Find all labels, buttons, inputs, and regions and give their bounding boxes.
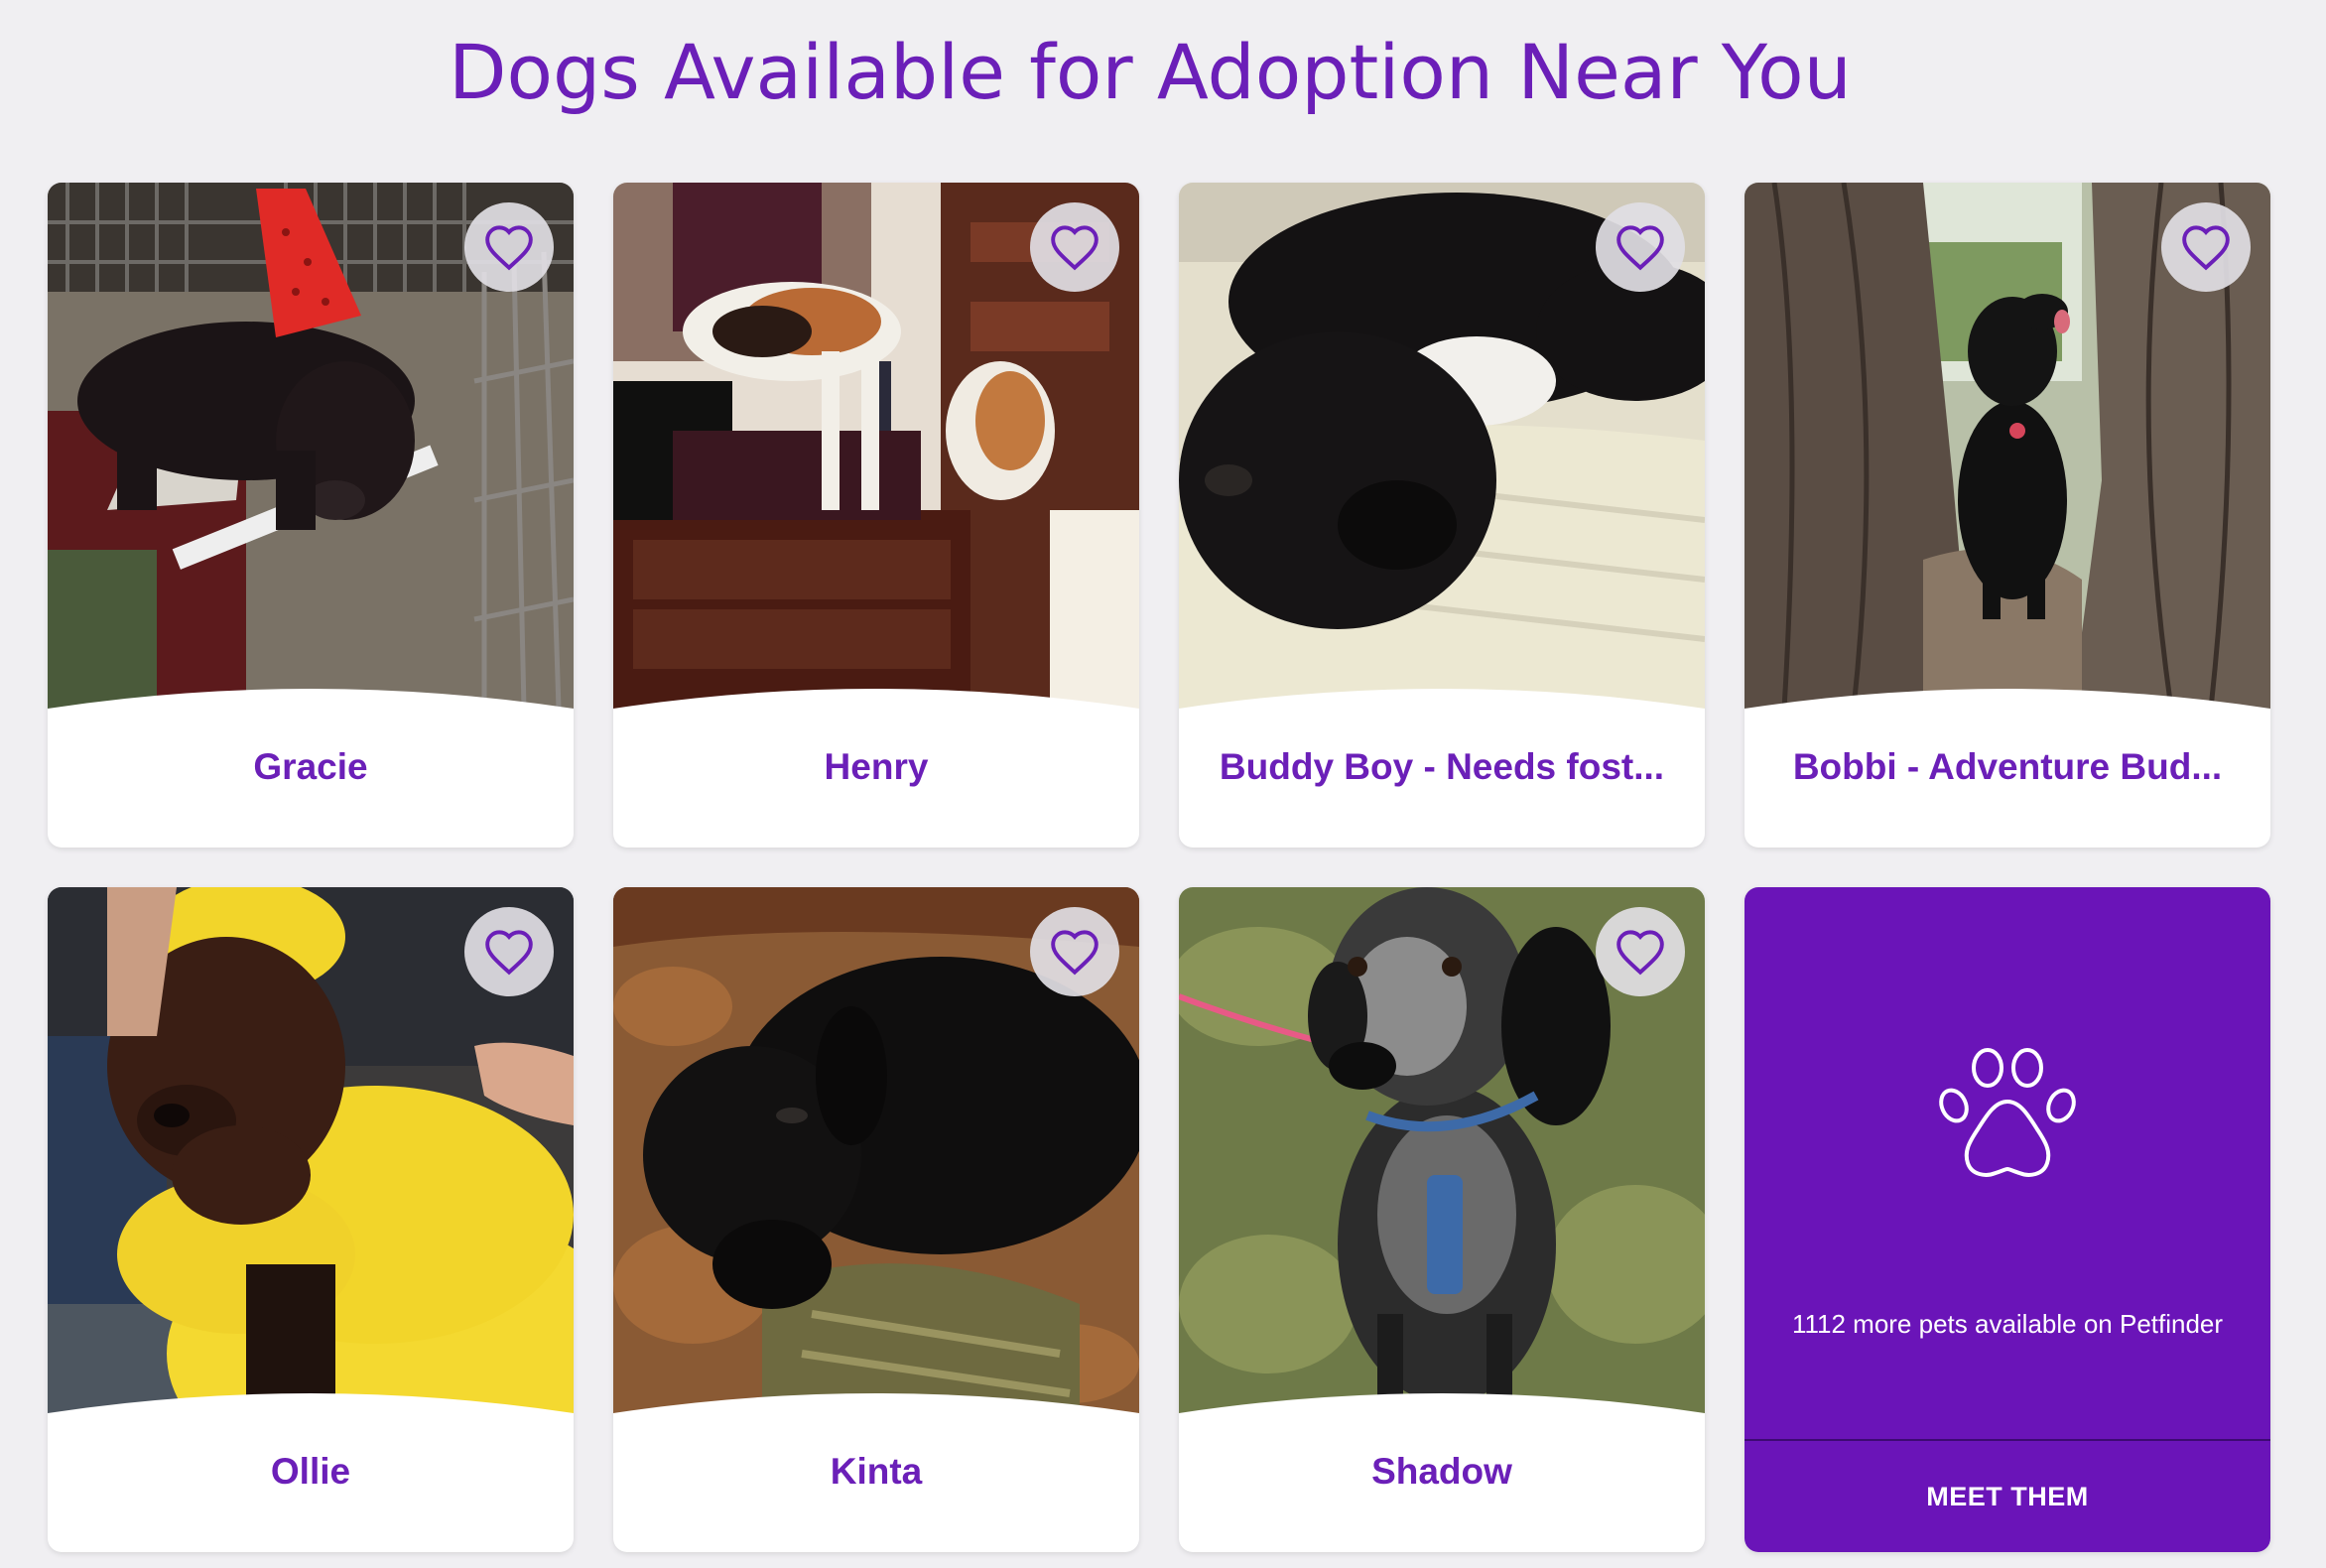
more-pets-card[interactable]: 1112 more pets available on Petfinder ME… [1744, 887, 2270, 1552]
meet-them-button[interactable]: MEET THEM [1744, 1441, 2270, 1552]
pet-card-ollie[interactable]: Ollie [48, 887, 574, 1552]
pet-card-buddy-boy[interactable]: Buddy Boy - Needs fost... [1179, 183, 1705, 848]
pet-name[interactable]: Bobbi - Adventure Bud... [1744, 746, 2270, 788]
pet-name[interactable]: Shadow [1179, 1451, 1705, 1493]
pet-card-kinta[interactable]: Kinta [613, 887, 1139, 1552]
favorite-button[interactable] [1030, 907, 1119, 996]
pet-name[interactable]: Ollie [48, 1451, 574, 1493]
favorite-button[interactable] [464, 907, 554, 996]
pet-card-bobbi[interactable]: Bobbi - Adventure Bud... [1744, 183, 2270, 848]
more-pets-text: 1112 more pets available on Petfinder [1791, 1309, 2224, 1339]
pet-name[interactable]: Henry [613, 746, 1139, 788]
pet-card-shadow[interactable]: Shadow [1179, 887, 1705, 1552]
pet-card-gracie[interactable]: Gracie [48, 183, 574, 848]
heart-outline-icon [485, 225, 533, 271]
heart-outline-icon [2182, 225, 2230, 271]
favorite-button[interactable] [1596, 202, 1685, 292]
favorite-button[interactable] [2161, 202, 2251, 292]
heart-outline-icon [485, 930, 533, 976]
heart-outline-icon [1051, 930, 1098, 976]
paw-icon [1939, 1048, 2076, 1177]
favorite-button[interactable] [1596, 907, 1685, 996]
pet-card-henry[interactable]: Henry [613, 183, 1139, 848]
pet-name[interactable]: Gracie [48, 746, 574, 788]
favorite-button[interactable] [1030, 202, 1119, 292]
heart-outline-icon [1051, 225, 1098, 271]
heart-outline-icon [1616, 225, 1664, 271]
pet-name[interactable]: Buddy Boy - Needs fost... [1179, 746, 1705, 788]
pet-name[interactable]: Kinta [613, 1451, 1139, 1493]
favorite-button[interactable] [464, 202, 554, 292]
heart-outline-icon [1616, 930, 1664, 976]
